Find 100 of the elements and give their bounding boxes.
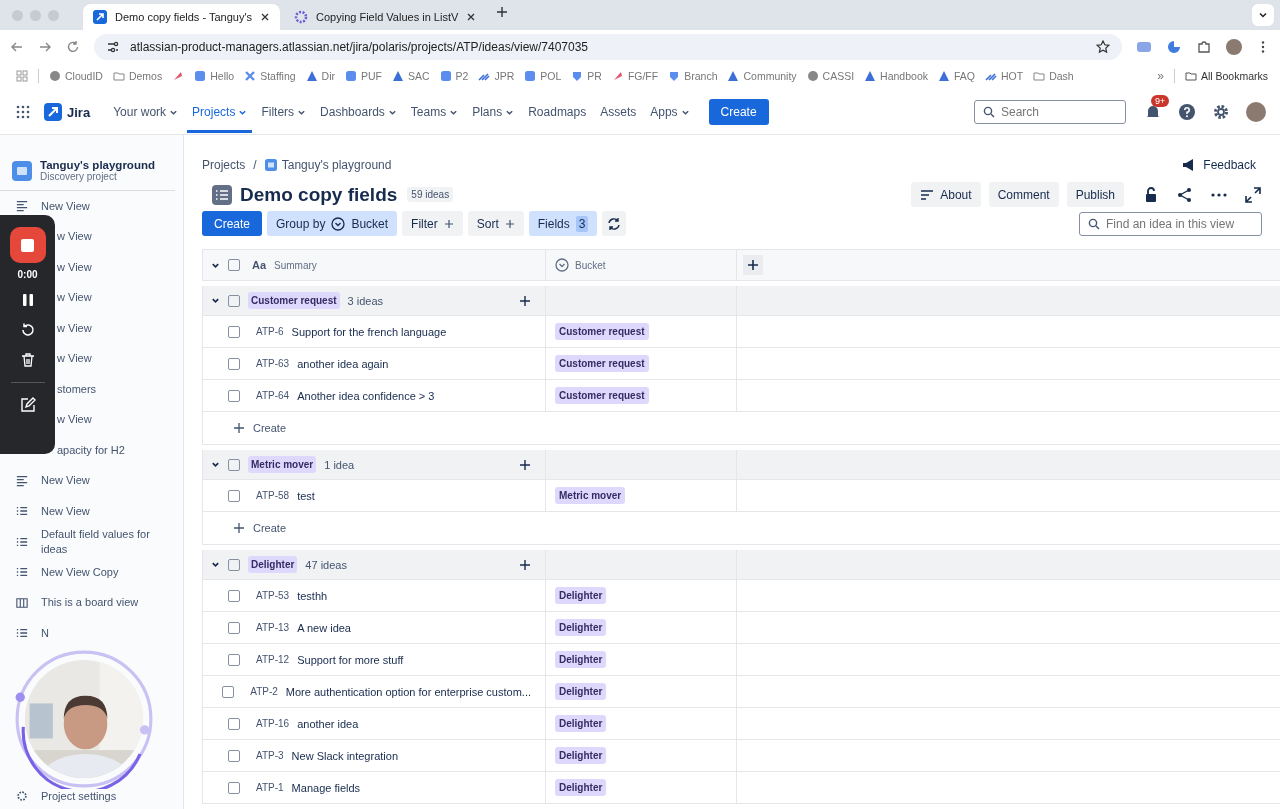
auto-sort-button[interactable] [602,211,627,236]
idea-summary[interactable]: More authentication option for enterprise custom... [285,685,531,698]
search-field[interactable]: Find an idea in this view [1079,211,1262,236]
stop-button[interactable] [9,227,46,263]
issue-key[interactable]: ATP-58 [256,490,290,501]
close-icon[interactable] [260,12,271,22]
idea-summary[interactable]: Another idea confidence > 3 [297,389,435,402]
issue-key[interactable]: ATP-3 [256,750,284,761]
bookmark[interactable]: Staffing [244,70,296,82]
address-bar[interactable]: atlassian-product-managers.atlassian.net/jira/polaris/projects/ATP/ideas/view/7407035 [94,34,1122,60]
bookmark[interactable]: P2 [439,70,469,82]
restart-icon[interactable] [19,322,36,338]
about-button[interactable]: About [911,182,981,207]
plus-icon[interactable] [519,558,531,571]
checkbox[interactable] [228,325,240,338]
settings-icon[interactable] [1212,103,1230,121]
view-item[interactable]: New View [0,465,183,496]
app-switcher-icon[interactable] [16,105,30,119]
idea-summary[interactable]: another idea again [297,357,389,370]
bookmark[interactable]: Hello [194,70,235,82]
project-name[interactable]: Tanguy's playground [40,159,155,171]
view-item[interactable]: N [0,618,183,649]
create-row-button[interactable]: Create [227,421,293,435]
view-item[interactable]: w View [57,343,183,374]
checkbox[interactable] [228,389,240,402]
bookmark[interactable]: Demos [112,70,163,82]
plus-icon[interactable] [519,294,531,307]
avatar[interactable] [1246,102,1266,122]
group-by-button[interactable]: Group by Bucket [267,211,398,236]
nav-menu[interactable]: Filters [256,91,312,133]
sort-button[interactable]: Sort [467,211,524,236]
issue-key[interactable]: ATP-53 [256,590,290,601]
nav-menu[interactable]: Plans [467,91,520,133]
more-bookmarks[interactable]: » [1157,69,1164,83]
bookmark[interactable]: FAQ [938,70,975,82]
view-item[interactable]: w View [57,404,183,435]
puzzle-icon[interactable] [1196,39,1212,55]
extension-icon[interactable] [1166,39,1182,55]
create-row-button[interactable]: Create [227,521,293,535]
bookmark[interactable]: PR [571,70,602,82]
bookmark[interactable]: POL [524,70,562,82]
checkbox[interactable] [228,259,240,271]
bookmark[interactable]: Dash [1033,70,1074,82]
bookmark[interactable]: Handbook [864,70,928,82]
bookmark[interactable]: CASSI [806,70,855,82]
create-button[interactable]: Create [708,99,769,125]
view-item[interactable]: w View [57,313,183,344]
chevron-icon[interactable] [211,560,220,569]
bookmark-mark-icon[interactable] [172,70,185,82]
project-settings-link[interactable]: Project settings [0,790,183,809]
back-icon[interactable] [10,40,24,54]
checkbox[interactable] [222,685,235,698]
forward-icon[interactable] [38,40,52,54]
trash-icon[interactable] [19,352,36,368]
view-item[interactable]: New View [0,191,183,222]
issue-key[interactable]: ATP-13 [256,622,290,633]
checkbox[interactable] [228,294,240,307]
issue-key[interactable]: ATP-16 [256,718,290,729]
idea-summary[interactable]: Support for more stuff [297,653,404,666]
column-header[interactable]: Summary [274,259,317,271]
breadcrumb-link[interactable]: Tanguy's playground [264,158,392,172]
checkbox[interactable] [228,357,240,370]
fullscreen-icon[interactable] [1244,185,1262,204]
bookmark[interactable]: CloudID [49,70,103,82]
view-item[interactable]: w View [57,252,183,283]
checkbox[interactable] [228,749,240,762]
issue-key[interactable]: ATP-12 [256,654,290,665]
bookmark[interactable]: PUF [345,70,382,82]
bookmark[interactable]: SAC [392,70,430,82]
view-item[interactable]: w View [57,282,183,313]
tab-menu-button[interactable] [1252,4,1274,26]
idea-summary[interactable]: test [297,489,315,502]
publish-button[interactable]: Publish [1066,182,1124,207]
bookmark[interactable]: JPR [478,70,515,82]
avatar[interactable] [1226,39,1242,55]
idea-summary[interactable]: New Slack integration [291,749,398,762]
fields-button[interactable]: Fields 3 [528,211,598,236]
column-header[interactable]: Bucket [575,259,606,271]
issue-key[interactable]: ATP-64 [256,390,290,401]
checkbox[interactable] [228,653,240,666]
share-icon[interactable] [1176,185,1194,204]
add-column-button[interactable] [743,255,763,275]
all-bookmarks[interactable]: All Bookmarks [1184,70,1268,82]
reload-icon[interactable] [66,40,80,54]
nav-menu[interactable]: Projects [187,91,253,133]
plus-icon[interactable] [519,458,531,471]
browser-tab[interactable]: Copying Field Values in ListV [284,4,487,30]
view-item[interactable]: stomers [57,374,183,405]
issue-key[interactable]: ATP-1 [256,782,284,793]
help-icon[interactable] [1178,103,1196,121]
bookmark[interactable]: HOT [985,70,1024,82]
view-item[interactable]: New View [0,496,183,527]
bookmark[interactable]: Dir [305,70,335,82]
idea-summary[interactable]: Support for the french language [291,325,447,338]
checkbox[interactable] [228,458,240,471]
view-item[interactable]: Default field values for ideas [0,526,183,557]
nav-menu[interactable]: Apps [645,91,695,133]
close-icon[interactable] [466,12,477,22]
edit-icon[interactable] [19,397,36,413]
checkbox[interactable] [228,489,240,502]
